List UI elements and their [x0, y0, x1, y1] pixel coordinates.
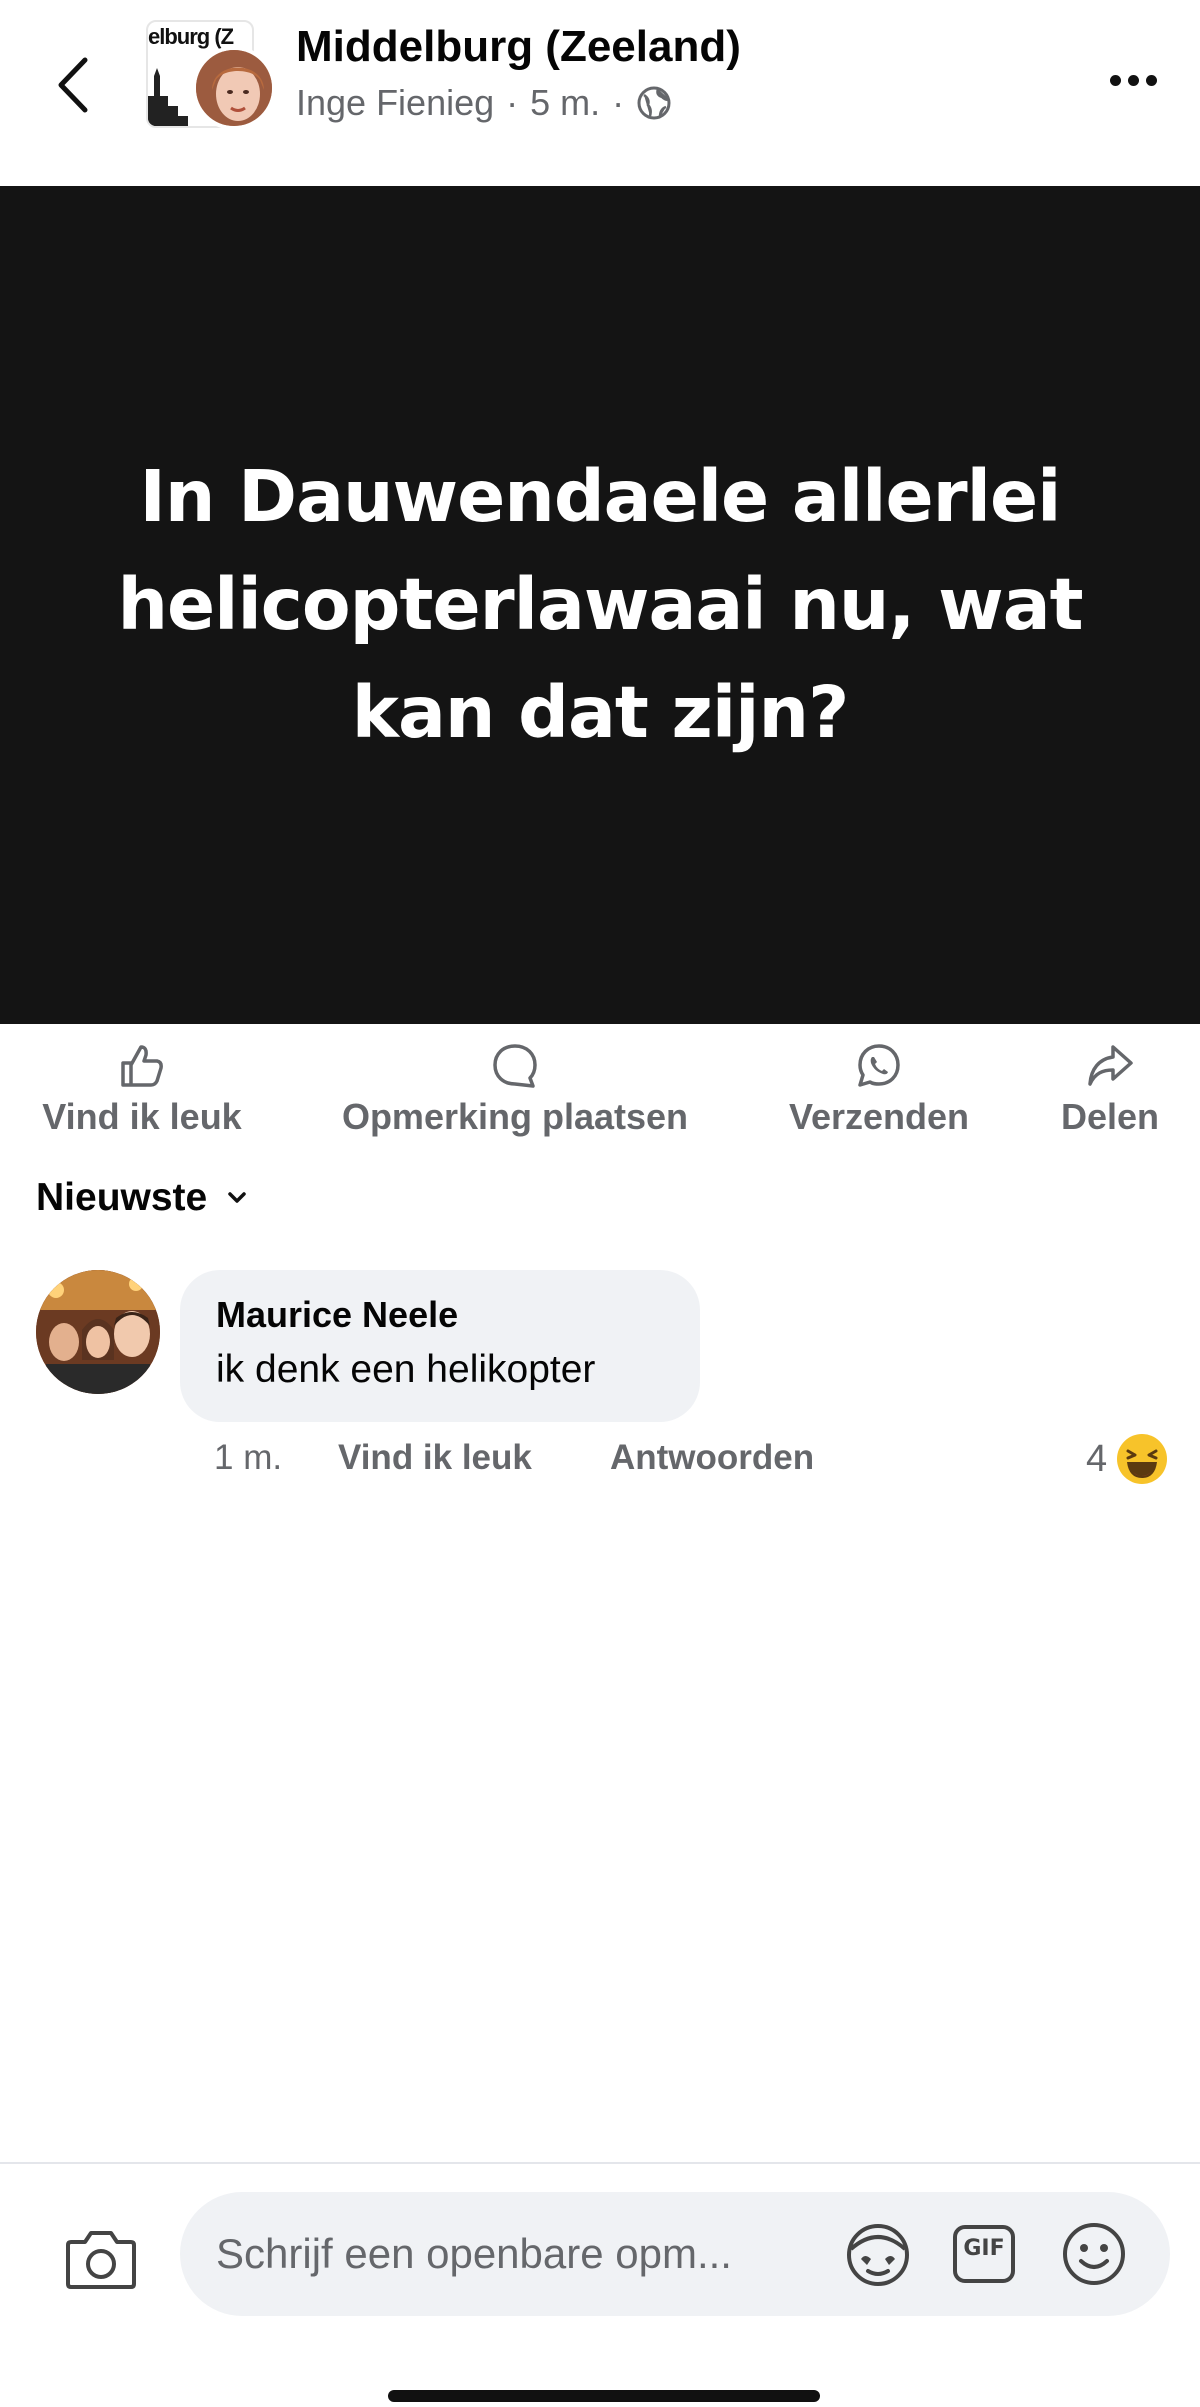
send-button[interactable]: Verzenden	[774, 1040, 984, 1150]
commenter-avatar[interactable]	[36, 1270, 160, 1394]
comment-meta: 1 m. Vind ik leuk Antwoorden	[214, 1438, 814, 1478]
home-indicator[interactable]	[388, 2390, 820, 2402]
group-name[interactable]: Middelburg (Zeeland)	[296, 22, 741, 72]
comment-sort-selector[interactable]: Nieuwste	[36, 1176, 247, 1220]
comment-text: ik denk een helikopter	[216, 1348, 596, 1391]
comment-input[interactable]	[216, 2214, 836, 2294]
comment-button[interactable]: Opmerking plaatsen	[320, 1040, 710, 1150]
meta-separator: ·	[612, 82, 625, 123]
like-label: Vind ik leuk	[42, 1096, 242, 1137]
gif-button[interactable]: GIF	[946, 2216, 1022, 2292]
comment-reactions[interactable]: 4	[1086, 1432, 1169, 1486]
share-button[interactable]: Delen	[1050, 1040, 1170, 1150]
comment-label: Opmerking plaatsen	[341, 1096, 689, 1137]
comment-composer: GIF	[0, 2162, 1200, 2332]
comment-input-container[interactable]: GIF	[180, 2192, 1170, 2316]
commenter-photo	[36, 1270, 160, 1394]
send-label: Verzenden	[788, 1096, 970, 1137]
share-label: Delen	[1060, 1096, 1160, 1137]
author-avatar[interactable]	[192, 46, 276, 130]
chevron-down-icon	[228, 1192, 246, 1203]
thumbs-up-icon	[121, 1045, 163, 1087]
meta-separator: ·	[506, 82, 519, 123]
post-meta: Inge Fienieg · 5 m. ·	[296, 82, 672, 124]
reaction-count: 4	[1086, 1437, 1108, 1480]
post-text-card[interactable]: In Dauwendaele allerlei helicopterlawaai…	[0, 186, 1200, 1024]
avatar-sticker-icon	[847, 2224, 909, 2286]
globe-icon	[637, 86, 671, 120]
more-dot-icon	[1109, 74, 1121, 86]
author-photo	[196, 50, 272, 126]
sort-label: Nieuwste	[36, 1176, 208, 1219]
post-header: elburg (Z Middelburg (Zeeland) Inge Fien…	[0, 0, 1200, 186]
comment-time[interactable]: 1 m.	[214, 1438, 338, 1478]
post-time[interactable]: 5 m.	[530, 82, 600, 124]
like-button[interactable]: Vind ik leuk	[30, 1040, 254, 1150]
comment-reply-button[interactable]: Antwoorden	[610, 1438, 814, 1478]
more-dot-icon	[1145, 74, 1157, 86]
comment-bubble[interactable]: Maurice Neele ik denk een helikopter	[180, 1270, 700, 1422]
smiley-icon	[1063, 2223, 1125, 2285]
author-name[interactable]: Inge Fienieg	[296, 82, 494, 124]
more-dot-icon	[1127, 74, 1139, 86]
chevron-left-icon	[58, 57, 88, 113]
back-button[interactable]	[48, 50, 96, 120]
laughing-emoji-icon	[1117, 1434, 1168, 1484]
camera-icon	[66, 2231, 136, 2289]
share-icon	[1088, 1045, 1133, 1086]
camera-button[interactable]	[62, 2224, 140, 2294]
post-text: In Dauwendaele allerlei helicopterlawaai…	[117, 455, 1083, 754]
emoji-button[interactable]	[1056, 2216, 1132, 2292]
comment-icon	[493, 1044, 537, 1088]
avatar-sticker-button[interactable]	[840, 2216, 916, 2292]
gif-label: GIF	[963, 2236, 1005, 2261]
more-options-button[interactable]	[1098, 60, 1168, 100]
comment-author[interactable]: Maurice Neele	[216, 1294, 664, 1336]
post-action-bar: Vind ik leuk Opmerking plaatsen Verzende…	[0, 1040, 1200, 1150]
whatsapp-icon	[858, 1044, 900, 1087]
comment-like-button[interactable]: Vind ik leuk	[338, 1438, 610, 1478]
